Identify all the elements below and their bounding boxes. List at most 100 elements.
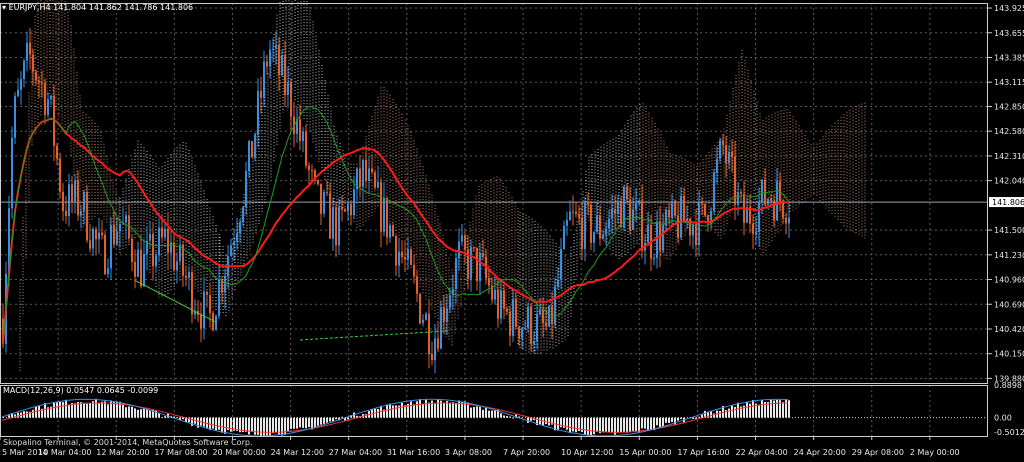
candle-body	[38, 80, 40, 83]
candle-body	[134, 261, 136, 277]
time-tick-label: 31 Mar 16:00	[387, 448, 440, 457]
candle-body	[344, 209, 346, 212]
time-tick-label: 7 Apr 20:00	[503, 448, 550, 457]
candle-body	[482, 253, 484, 257]
candle-body	[647, 224, 649, 243]
candle-body	[683, 195, 685, 223]
candle-body	[374, 172, 376, 188]
candle-body	[143, 253, 145, 287]
candle-body	[302, 131, 304, 142]
candle-body	[713, 172, 715, 211]
candle-body	[566, 220, 568, 226]
candle-body	[80, 211, 82, 216]
candle-body	[23, 60, 25, 79]
symbol-header[interactable]: ▾ EURJPY,H4 141.804 141.862 141.786 141.…	[2, 3, 193, 12]
candle-body	[65, 211, 67, 217]
candle-body	[653, 258, 655, 260]
candle-body	[488, 278, 490, 286]
candle-body	[725, 145, 727, 164]
candle-body	[161, 227, 163, 238]
candle-body	[503, 290, 505, 309]
time-tick-label: 29 Apr 08:00	[852, 448, 904, 457]
candle-body	[308, 165, 310, 170]
candle-body	[200, 314, 202, 329]
candle-body	[596, 215, 598, 232]
candle-body	[728, 151, 730, 164]
candle-body	[386, 197, 388, 238]
candle-body	[587, 201, 589, 205]
candle-body	[77, 180, 79, 216]
candle-body	[668, 209, 670, 218]
candle-body	[563, 225, 565, 250]
candle-body	[47, 99, 49, 115]
candle-body	[11, 137, 13, 209]
candle-body	[215, 315, 217, 331]
candle-body	[251, 141, 253, 158]
candle-body	[398, 251, 400, 266]
candle-body	[419, 293, 421, 324]
candle-body	[188, 272, 190, 278]
candle-body	[155, 255, 157, 267]
candle-body	[257, 91, 259, 135]
candle-body	[437, 338, 439, 349]
candle-body	[101, 232, 103, 235]
time-tick-label: 17 Mar 08:00	[154, 448, 207, 457]
candle-body	[632, 209, 634, 230]
candle-body	[443, 307, 445, 322]
price-tick-label: 143.385	[994, 53, 1024, 62]
candle-body	[260, 91, 262, 98]
candle-body	[335, 207, 337, 246]
candle-body	[569, 211, 571, 221]
candle-body	[365, 159, 367, 181]
candle-body	[761, 179, 763, 202]
candle-body	[554, 286, 556, 325]
candle-body	[278, 45, 280, 76]
candle-body	[74, 180, 76, 202]
high-value: 141.862	[88, 3, 122, 12]
candle-body	[218, 279, 220, 316]
candle-body	[641, 200, 643, 251]
time-tick-label: 2 May 00:00	[910, 448, 960, 457]
candle-body	[167, 228, 169, 253]
candle-body	[470, 247, 472, 279]
candle-body	[62, 191, 64, 212]
candle-body	[35, 71, 37, 81]
candle-body	[338, 207, 340, 246]
candle-body	[233, 241, 235, 246]
candle-body	[14, 96, 16, 138]
candle-body	[299, 119, 301, 142]
candle-body	[92, 228, 94, 249]
candle-body	[422, 319, 424, 324]
candle-body	[371, 168, 373, 173]
price-tick-label: 140.960	[994, 276, 1024, 285]
candle-body	[113, 225, 115, 245]
price-axis: 143.925 143.655 143.385 143.115 142.850 142.5…	[988, 4, 1024, 437]
candle-body	[332, 207, 334, 239]
candle-body	[368, 168, 370, 181]
price-tick-label: 141.230	[994, 251, 1024, 260]
candle-body	[401, 251, 403, 258]
candle-body	[674, 201, 676, 216]
macd-axis-label: 0.00	[994, 414, 1012, 423]
candle-body	[347, 203, 349, 212]
candle-body	[95, 228, 97, 240]
time-tick-label: 15 Apr 00:00	[619, 448, 671, 457]
candle-body	[311, 169, 313, 171]
candle-body	[581, 217, 583, 249]
candle-body	[512, 299, 514, 336]
time-tick-label: 20 Mar 00:00	[212, 448, 265, 457]
candle-body	[395, 236, 397, 266]
candle-body	[542, 309, 544, 323]
price-tick-label: 143.115	[994, 78, 1024, 87]
macd-indicator	[0, 398, 988, 437]
candle-body	[290, 82, 292, 117]
triangle-down-icon[interactable]: ▾	[2, 3, 6, 12]
candle-body	[20, 78, 22, 90]
open-value: 141.804	[53, 3, 87, 12]
candle-body	[377, 181, 379, 188]
candle-body	[389, 225, 391, 238]
candle-body	[149, 233, 151, 241]
candle-body	[44, 82, 46, 115]
candle-body	[578, 214, 580, 218]
candle-body	[206, 291, 208, 295]
